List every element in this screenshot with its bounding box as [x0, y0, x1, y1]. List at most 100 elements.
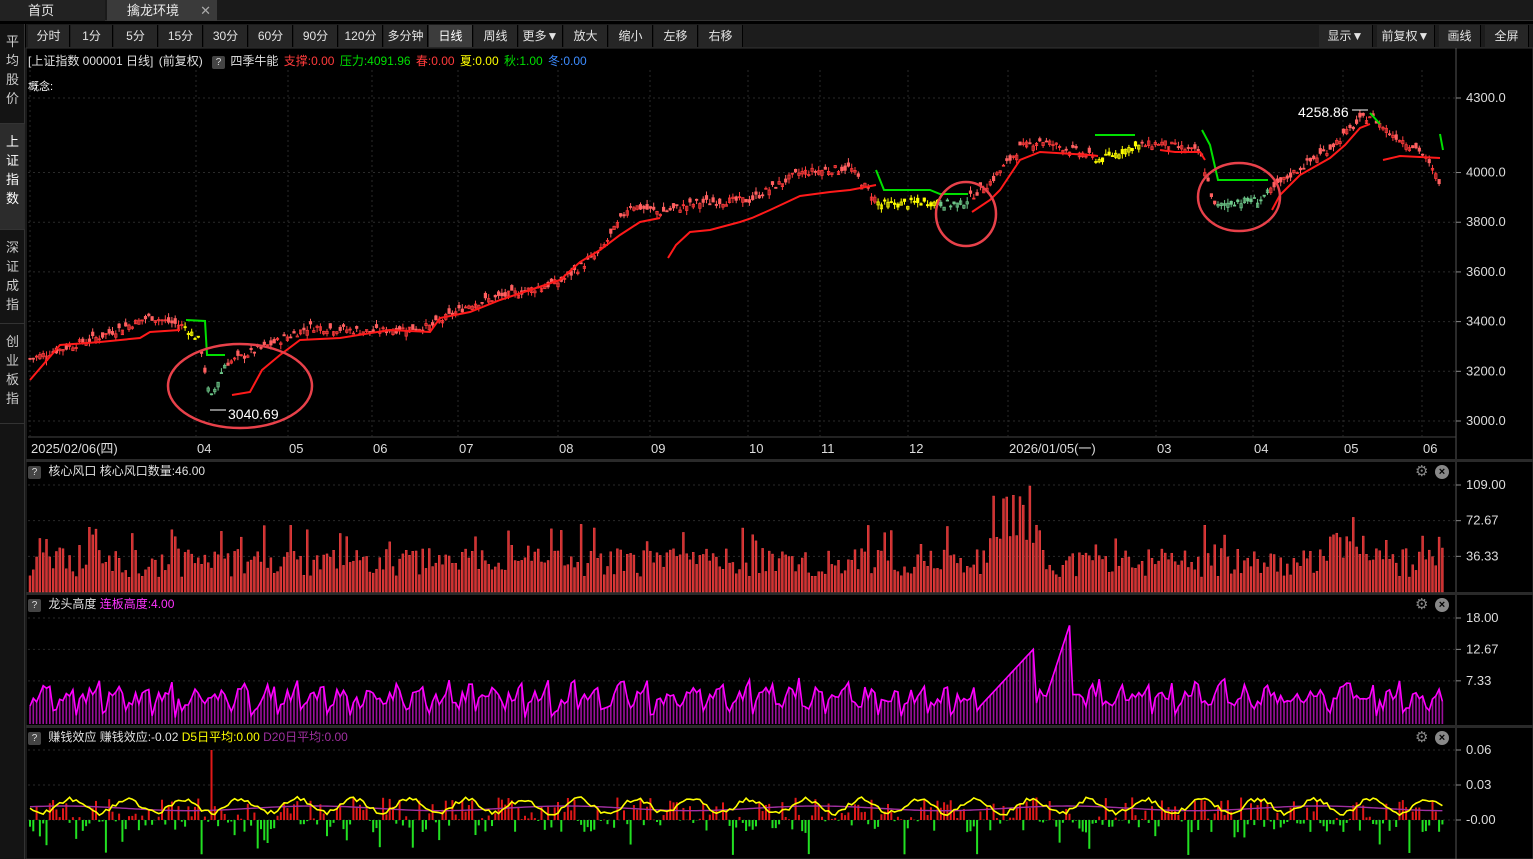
- gear-icon[interactable]: ⚙: [1415, 464, 1431, 480]
- tab-home[interactable]: 首页: [0, 0, 105, 21]
- wind-bar: [982, 550, 985, 593]
- wind-bar: [652, 562, 655, 593]
- effect-bar: [745, 820, 748, 831]
- effect-bar: [906, 820, 909, 829]
- effect-bar: [68, 820, 71, 823]
- period-button-14[interactable]: 左移: [654, 25, 698, 47]
- help-icon[interactable]: ?: [212, 56, 226, 69]
- period-button-3[interactable]: 15分: [159, 25, 203, 47]
- effect-bar: [949, 800, 952, 820]
- candle-body: [226, 362, 230, 366]
- wind-bar: [71, 571, 75, 593]
- period-button-4[interactable]: 30分: [204, 25, 248, 47]
- wind-bar: [1041, 549, 1045, 593]
- close-icon[interactable]: ×: [1435, 598, 1449, 612]
- left-tab-2[interactable]: 深证成指: [0, 230, 25, 324]
- candle-body: [1279, 177, 1283, 183]
- pressure-line: [1201, 129, 1268, 181]
- tab-qinlong-env[interactable]: 擒龙环境 ✕: [107, 0, 217, 21]
- toolbar-right-button-2[interactable]: 画线: [1439, 25, 1481, 47]
- wind-bar: [883, 532, 886, 593]
- candle-body: [325, 330, 329, 335]
- effect-bar: [705, 820, 708, 831]
- effect-bar: [992, 803, 995, 820]
- toolbar-right-button-0[interactable]: 显示▼: [1319, 25, 1373, 47]
- effect-bar: [524, 815, 526, 820]
- candle-body: [685, 205, 689, 211]
- effect-bar: [887, 803, 889, 820]
- candle-body: [259, 347, 263, 349]
- candle-body: [794, 168, 798, 173]
- candle-body: [1193, 144, 1197, 149]
- candle-body: [566, 271, 570, 275]
- close-icon[interactable]: ×: [1435, 465, 1449, 479]
- candle-body: [665, 210, 669, 213]
- wind-bar: [35, 556, 38, 593]
- period-button-6[interactable]: 90分: [294, 25, 338, 47]
- help-icon[interactable]: ?: [28, 466, 41, 479]
- period-button-10[interactable]: 周线: [474, 25, 518, 47]
- gear-icon[interactable]: ⚙: [1415, 730, 1431, 746]
- effect-bar: [679, 820, 682, 821]
- candle-body: [1269, 187, 1273, 194]
- candle-body: [787, 174, 791, 180]
- effect-bar: [434, 820, 437, 823]
- candle-body: [843, 165, 847, 171]
- effect-bar: [854, 804, 856, 820]
- candle-body: [1272, 182, 1276, 188]
- wind-bar: [484, 560, 487, 593]
- effect-bar: [649, 798, 652, 820]
- period-button-15[interactable]: 右移: [699, 25, 743, 47]
- left-tab-1[interactable]: 上证指数: [0, 124, 25, 230]
- wind-bar: [1289, 574, 1292, 593]
- effect-bar: [81, 820, 84, 831]
- toolbar-right-button-1[interactable]: 前复权▼: [1377, 25, 1435, 47]
- period-button-0[interactable]: 分时: [28, 25, 70, 47]
- period-button-11[interactable]: 更多▼: [519, 25, 563, 47]
- period-button-12[interactable]: 放大: [564, 25, 608, 47]
- support-line: [231, 217, 661, 396]
- period-button-13[interactable]: 缩小: [609, 25, 653, 47]
- candle-body: [282, 334, 286, 337]
- wind-bar: [1157, 560, 1160, 593]
- effect-bar: [431, 804, 434, 820]
- period-button-5[interactable]: 60分: [249, 25, 293, 47]
- close-icon[interactable]: ✕: [200, 0, 211, 21]
- candle-body: [1213, 200, 1217, 205]
- help-icon[interactable]: ?: [28, 599, 41, 612]
- close-icon[interactable]: ×: [1435, 731, 1449, 745]
- candle-body: [691, 203, 695, 208]
- effect-bar: [276, 815, 279, 820]
- toolbar-right-button-3[interactable]: 全屏: [1485, 25, 1529, 47]
- candle-body: [279, 342, 283, 345]
- period-button-1[interactable]: 1分: [71, 25, 113, 47]
- left-tab-3[interactable]: 创业板指: [0, 324, 25, 424]
- effect-bar: [1190, 820, 1193, 833]
- effect-bar: [662, 815, 665, 820]
- wind-bar: [101, 563, 104, 593]
- period-button-2[interactable]: 5分: [114, 25, 158, 47]
- effect-bar: [220, 810, 223, 820]
- wind-bar: [1177, 564, 1180, 593]
- wind-bar: [414, 550, 418, 593]
- wind-bar: [1355, 546, 1358, 593]
- left-tab-0[interactable]: 平均股价: [0, 24, 25, 124]
- candle-body: [807, 173, 811, 176]
- effect-bar: [675, 802, 678, 820]
- gear-icon[interactable]: ⚙: [1415, 597, 1431, 613]
- candle-body: [876, 201, 880, 206]
- y-tick-label: 3400.0: [1466, 314, 1506, 329]
- wind-bar: [702, 554, 705, 593]
- candle-body: [929, 202, 933, 207]
- panel3-controls: ⚙ ×: [1415, 730, 1455, 746]
- effect-bar: [322, 813, 325, 820]
- period-button-8[interactable]: 多分钟: [384, 25, 428, 47]
- effect-bar: [1382, 820, 1384, 824]
- effect-bar: [477, 820, 480, 826]
- period-button-7[interactable]: 120分: [339, 25, 383, 47]
- panel-separator: [26, 459, 1533, 462]
- period-button-9[interactable]: 日线: [429, 25, 473, 47]
- wind-bar: [447, 555, 451, 593]
- help-icon[interactable]: ?: [28, 732, 41, 745]
- effect-bar: [207, 820, 210, 822]
